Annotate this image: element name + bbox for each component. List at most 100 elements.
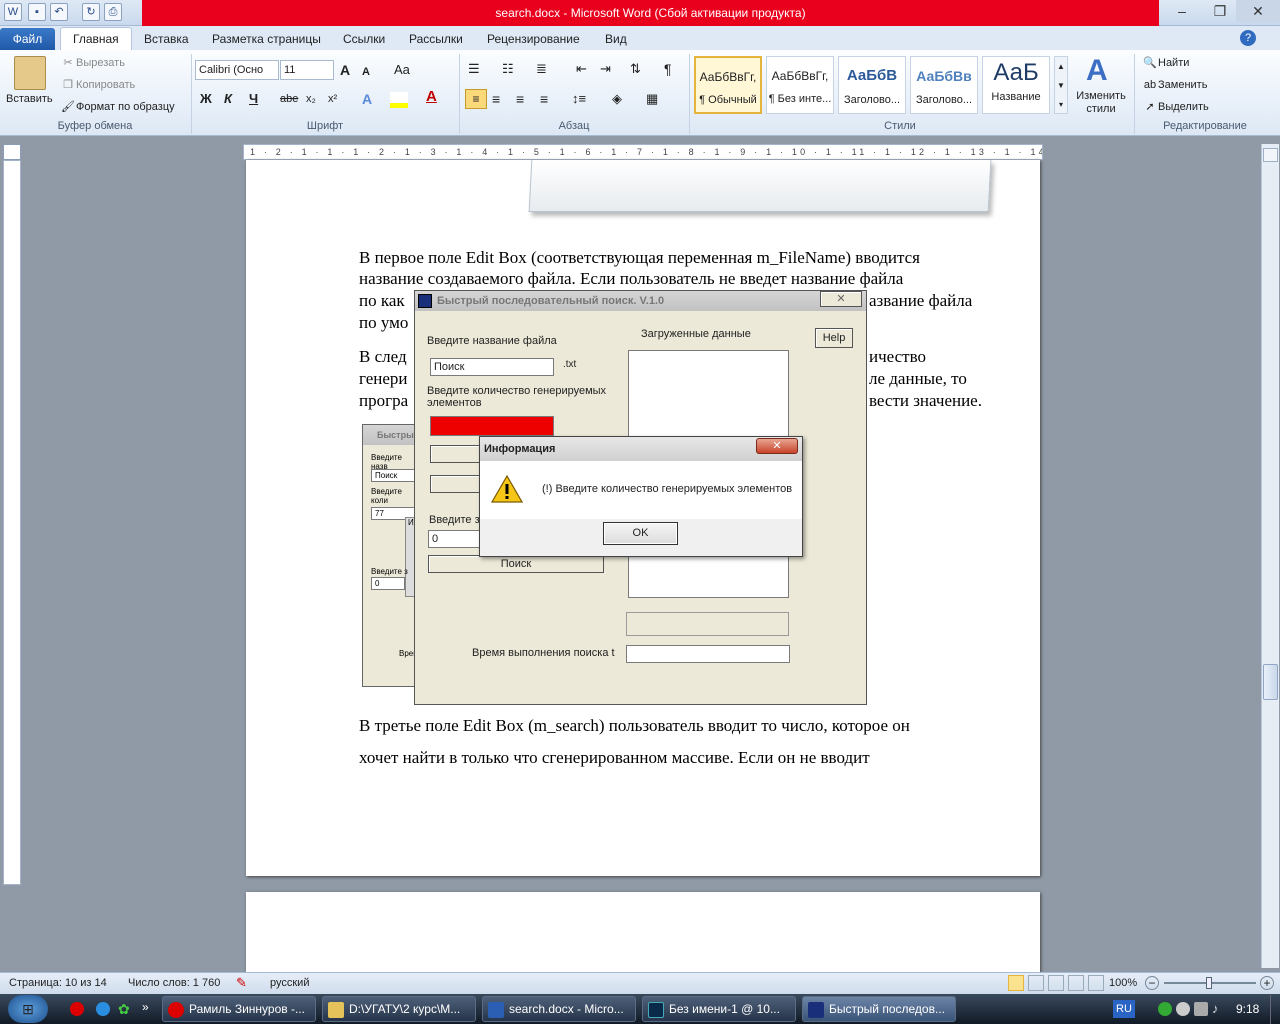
zoom-slider-thumb[interactable] [1206,977,1212,989]
document-page-next[interactable] [246,892,1040,972]
select-button[interactable]: ➚ Выделить [1142,98,1208,116]
start-button[interactable]: ⊞ [8,995,48,1023]
icq-icon[interactable]: ✿ [118,1002,132,1016]
message-box-close-button[interactable]: ✕ [756,438,798,454]
draft-icon[interactable] [1088,975,1104,991]
network-icon[interactable] [1194,1002,1208,1016]
help-button[interactable]: Help [815,328,853,348]
replace-button[interactable]: ab Заменить [1142,76,1208,94]
zoom-level[interactable]: 100% [1109,977,1137,989]
ok-button[interactable]: OK [603,522,678,545]
show-desktop-button[interactable] [1270,995,1280,1024]
opera-icon[interactable] [70,1002,84,1016]
tab-page-layout[interactable]: Разметка страницы [202,28,331,50]
multilevel-list-icon[interactable]: ≣ [536,60,547,78]
tab-home[interactable]: Главная [60,27,132,51]
underline-button[interactable]: Ч [249,90,258,108]
taskbar-item-word[interactable]: search.docx - Micro... [482,996,636,1022]
numbering-icon[interactable]: ☷ [502,60,514,78]
highlight-icon[interactable] [390,92,408,108]
app-close-button[interactable]: ✕ [820,291,862,307]
format-painter-button[interactable]: 🖌Формат по образцу [60,98,175,116]
outline-icon[interactable] [1068,975,1084,991]
style-normal[interactable]: АаБбВвГг, ¶ Обычный [694,56,762,114]
web-layout-icon[interactable] [1048,975,1064,991]
tab-insert[interactable]: Вставка [134,28,199,50]
strikethrough-button[interactable]: abe [280,90,298,108]
change-case-button[interactable]: Aa [394,61,410,79]
taskbar-item-search-app[interactable]: Быстрый последов... [802,996,956,1022]
skype-icon[interactable] [96,1002,110,1016]
taskbar-expand[interactable]: » [142,1000,149,1014]
shrink-font-button[interactable]: A [362,63,370,81]
undo-icon[interactable]: ↶ [50,3,68,21]
line-spacing-icon[interactable]: ↕≡ [572,90,586,108]
style-title[interactable]: АаБ Название [982,56,1050,114]
shading-icon[interactable]: ◈ [612,90,622,108]
tray-icon[interactable] [1158,1002,1172,1016]
show-marks-icon[interactable]: ¶ [664,60,672,78]
sort-icon[interactable]: ⇅ [630,60,641,78]
justify-icon[interactable]: ≡ [540,90,548,108]
print-icon[interactable]: ⎙ [104,3,122,21]
borders-icon[interactable]: ▦ [646,90,658,108]
cut-button[interactable]: ✂ Вырезать [60,54,125,72]
vertical-ruler[interactable] [3,160,21,885]
scroll-up-arrow[interactable] [1263,148,1278,162]
text-effects-icon[interactable]: A [362,90,372,108]
increase-indent-icon[interactable]: ⇥ [600,60,611,78]
horizontal-ruler[interactable]: 1 · 2 · 1 · 1 · 1 · 2 · 1 · 3 · 1 · 4 · … [243,144,1043,160]
search-button[interactable]: Поиск [428,555,604,573]
tab-review[interactable]: Рецензирование [477,28,590,50]
bullets-icon[interactable]: ☰ [468,60,480,78]
grow-font-button[interactable]: A [340,61,350,79]
vertical-scrollbar[interactable] [1261,144,1279,968]
help-icon[interactable]: ? [1240,30,1256,46]
change-styles-icon[interactable]: A [1086,54,1108,88]
font-color-icon[interactable]: A [426,88,437,106]
count-input[interactable] [430,416,554,436]
volume-icon[interactable]: ♪ [1212,1002,1226,1016]
close-button[interactable]: ✕ [1236,0,1280,22]
align-center-icon[interactable]: ≡ [492,90,500,108]
styles-scroll[interactable]: ▲ ▼ ▾ [1054,56,1068,114]
taskbar-item-explorer[interactable]: D:\УГАТУ\2 курс\М... [322,996,476,1022]
find-button[interactable]: 🔍Найти [1142,54,1189,72]
italic-button[interactable]: К [224,90,232,108]
style-heading-2[interactable]: АаБбВв Заголово... [910,56,978,114]
style-no-spacing[interactable]: АаБбВвГг, ¶ Без инте... [766,56,834,114]
change-styles-button[interactable]: Изменить стили [1072,90,1130,118]
zoom-out-button[interactable]: − [1145,976,1159,990]
font-name-combo[interactable]: Calibri (Осно [195,60,279,80]
subscript-button[interactable]: x₂ [306,90,316,108]
align-left-icon[interactable]: ≡ [465,89,487,109]
decrease-indent-icon[interactable]: ⇤ [576,60,587,78]
language-bar[interactable]: RU [1113,1000,1135,1018]
taskbar-item-opera[interactable]: Рамиль Зиннуров -... [162,996,316,1022]
tab-mailings[interactable]: Рассылки [399,28,473,50]
superscript-button[interactable]: x² [328,90,337,108]
bold-button[interactable]: Ж [200,90,212,108]
tab-references[interactable]: Ссылки [333,28,395,50]
tab-selector[interactable] [3,144,21,160]
word-app-icon[interactable]: W [4,3,22,21]
copy-button[interactable]: ❐ Копировать [60,76,135,94]
align-right-icon[interactable]: ≡ [516,90,524,108]
filename-input[interactable]: Поиск [430,358,554,376]
font-size-combo[interactable]: 11 [280,60,334,80]
taskbar-item-photoshop[interactable]: Без имени-1 @ 10... [642,996,796,1022]
tab-file[interactable]: Файл [0,28,55,50]
save-icon[interactable]: ▪ [28,3,46,21]
paste-icon[interactable] [14,56,46,90]
style-heading-1[interactable]: АаБбВ Заголово... [838,56,906,114]
tab-view[interactable]: Вид [595,28,637,50]
language-indicator[interactable]: русский [270,977,309,989]
page-counter[interactable]: Страница: 10 из 14 [9,977,107,989]
clock[interactable]: 9:18 [1236,1002,1259,1016]
zoom-in-button[interactable]: + [1260,976,1274,990]
redo-icon[interactable]: ↻ [82,3,100,21]
print-layout-icon[interactable] [1008,975,1024,991]
full-screen-icon[interactable] [1028,975,1044,991]
paste-button[interactable]: Вставить [6,90,53,108]
proofing-icon[interactable]: ✎ [236,975,247,991]
